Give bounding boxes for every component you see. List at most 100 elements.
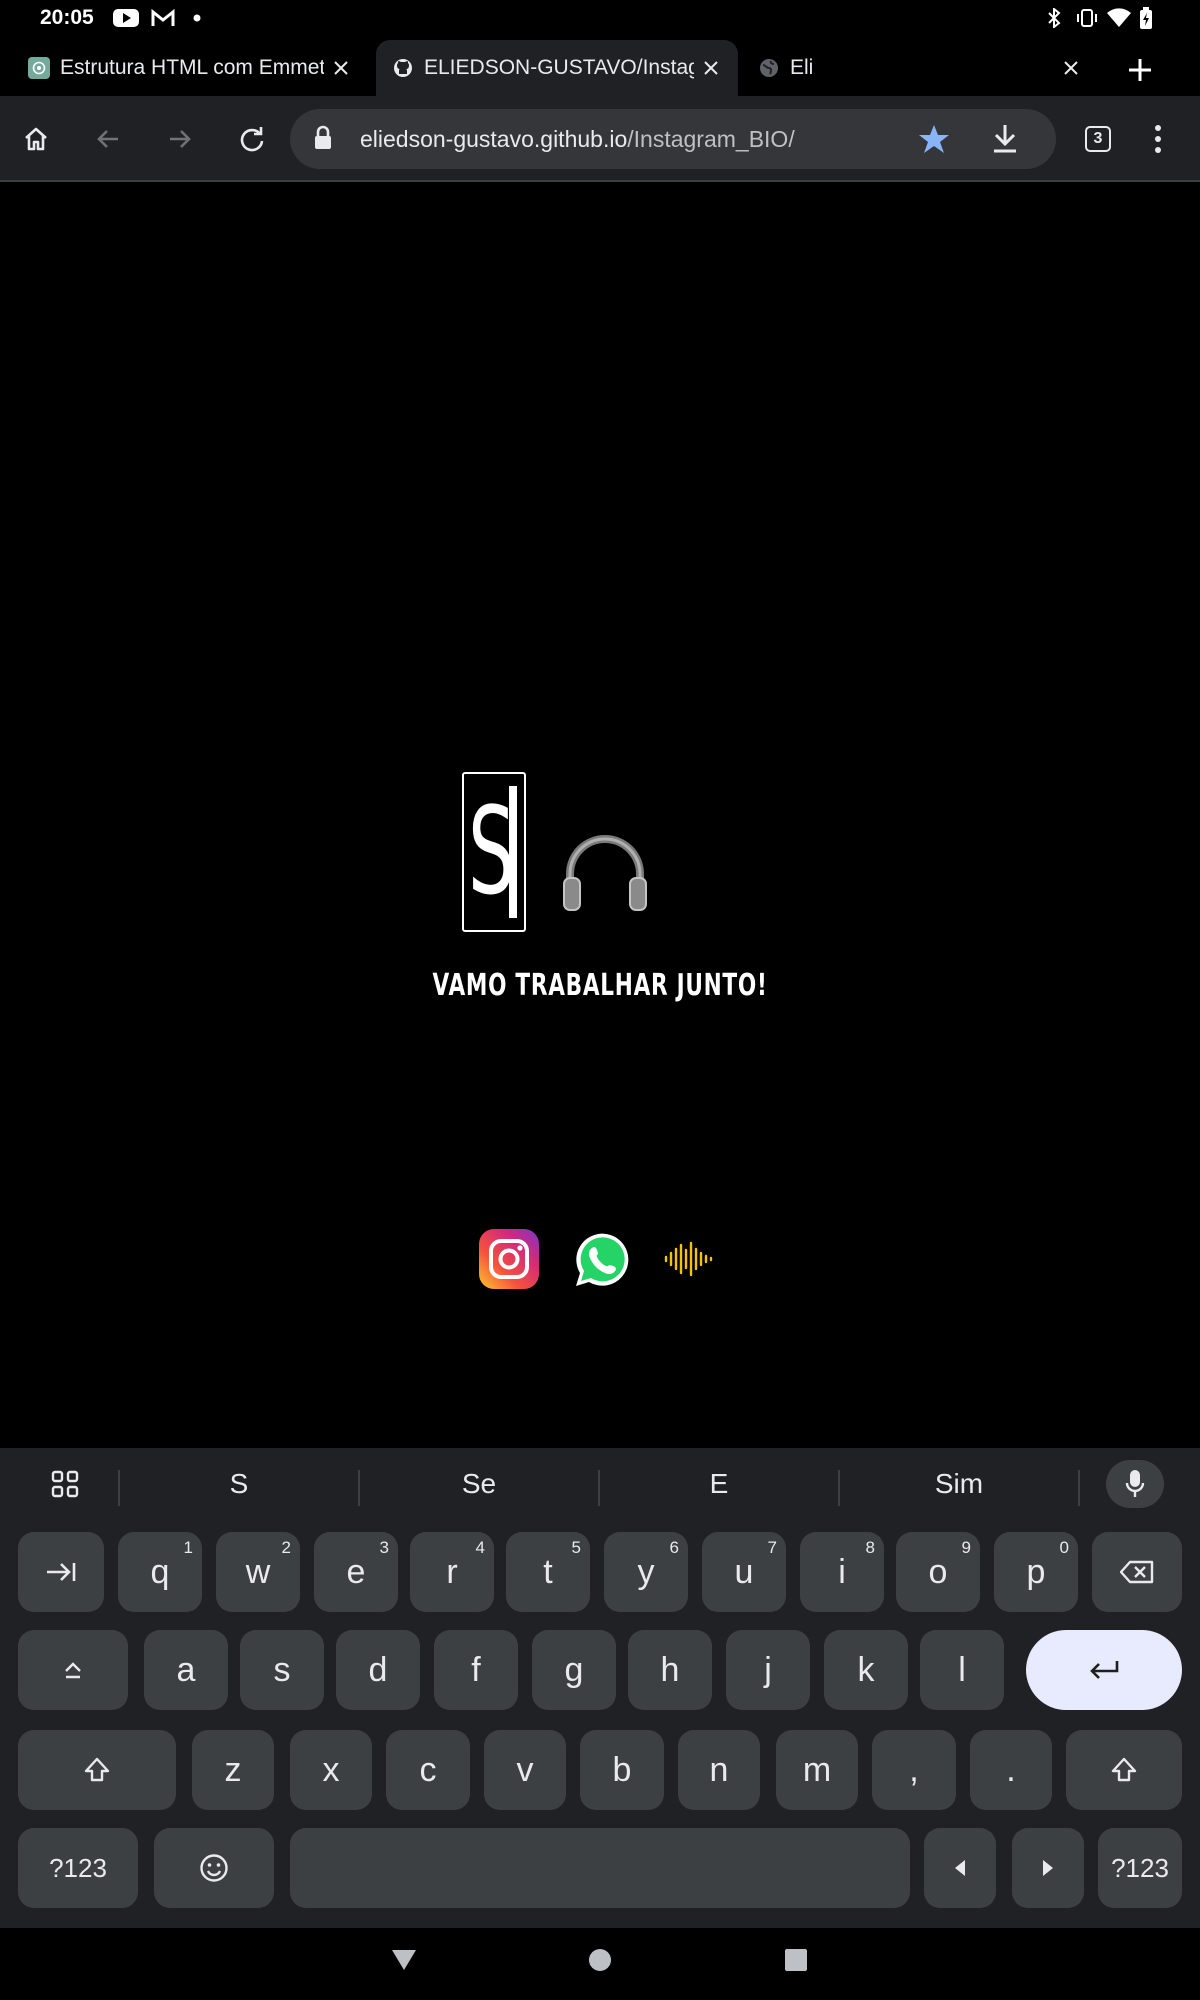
notification-dot-icon [192,8,202,28]
status-bar: 20:05 [0,0,1200,36]
key-s[interactable]: s [240,1630,324,1710]
cursor-right-key[interactable] [1012,1828,1084,1908]
logo: S [462,772,526,932]
reload-button[interactable] [226,113,278,165]
square-icon [785,1949,807,1971]
bookmark-star-icon[interactable] [918,123,950,160]
key-hint: 5 [571,1538,581,1557]
bluetooth-icon [1044,8,1064,28]
backspace-key[interactable] [1092,1532,1182,1612]
key-label: o [928,1552,948,1591]
key-y[interactable]: y6 [604,1532,688,1612]
instagram-icon[interactable] [478,1228,540,1290]
key-period[interactable]: . [970,1730,1052,1810]
tab-icon [47,1563,76,1581]
apps-grid-icon[interactable] [40,1464,90,1504]
key-o[interactable]: o9 [896,1532,980,1612]
key-r[interactable]: r4 [410,1532,494,1612]
gmail-icon [150,8,176,28]
home-button[interactable] [10,113,62,165]
key-j[interactable]: j [726,1630,810,1710]
key-label: q [150,1552,170,1591]
enter-key[interactable] [1026,1630,1182,1710]
key-v[interactable]: v [484,1730,566,1810]
lock-icon[interactable] [312,125,334,156]
reload-icon [240,127,264,152]
close-icon[interactable] [694,51,728,85]
home-icon [25,127,47,151]
arrow-right-icon [170,130,191,148]
back-button[interactable] [82,113,134,165]
symbols-key-left[interactable]: ?123 [18,1828,138,1908]
key-k[interactable]: k [824,1630,908,1710]
key-z[interactable]: z [192,1730,274,1810]
logo-letter: S [468,783,516,922]
tab-estrutura-html[interactable]: Estrutura HTML com Emmet [12,40,368,96]
key-b[interactable]: b [580,1730,664,1810]
download-icon[interactable] [990,123,1020,160]
system-nav-bar [0,1928,1200,2000]
tab-switcher-button[interactable]: 3 [1072,113,1124,165]
tab-github[interactable]: ELIEDSON-GUSTAVO/Instagram [376,40,738,96]
suggestion-4[interactable]: Sim [840,1448,1078,1520]
key-hint: 3 [379,1538,389,1557]
shift-icon [1111,1757,1137,1782]
key-d[interactable]: d [336,1630,420,1710]
mic-button[interactable] [1106,1460,1164,1508]
key-h[interactable]: h [628,1630,712,1710]
shift-icon [84,1757,110,1782]
close-icon[interactable] [1054,51,1088,85]
key-w[interactable]: w2 [216,1532,300,1612]
nav-home-button[interactable] [582,1942,618,1978]
key-i[interactable]: i8 [800,1532,884,1612]
tagline: VAMO TRABALHAR JUNTO! [432,968,768,1003]
key-hint: 6 [669,1538,679,1557]
suggestion-3[interactable]: E [600,1448,838,1520]
key-x[interactable]: x [290,1730,372,1810]
space-bar[interactable] [290,1828,910,1908]
triangle-right-icon [1043,1860,1053,1876]
symbols-key-right[interactable]: ?123 [1098,1828,1182,1908]
key-m[interactable]: m [776,1730,858,1810]
nav-back-button[interactable] [386,1942,422,1978]
plus-icon [1129,59,1151,81]
url-text: eliedson-gustavo.github.io/Instagram_BIO… [360,126,795,152]
battery-icon [1138,7,1154,29]
tab-key[interactable] [18,1532,104,1612]
key-c[interactable]: c [386,1730,470,1810]
key-comma[interactable]: , [872,1730,956,1810]
tab-title: Estrutura HTML com Emmet [60,56,324,79]
address-bar[interactable]: eliedson-gustavo.github.io/Instagram_BIO… [290,109,1056,169]
close-icon[interactable] [324,51,358,85]
key-n[interactable]: n [678,1730,760,1810]
soundwave-icon[interactable] [656,1228,718,1290]
shift-right-key[interactable] [1066,1730,1182,1810]
emoji-key[interactable] [154,1828,274,1908]
key-q[interactable]: q1 [118,1532,202,1612]
shift-left-key[interactable] [18,1730,176,1810]
caps-lock-key[interactable] [18,1630,128,1710]
key-label: t [543,1552,553,1591]
mic-icon [1125,1470,1145,1497]
key-u[interactable]: u7 [702,1532,786,1612]
forward-button[interactable] [154,113,206,165]
tab-eli[interactable]: Eli [742,40,1098,96]
key-g[interactable]: g [532,1630,616,1710]
suggestion-1[interactable]: S [120,1448,358,1520]
key-a[interactable]: a [144,1630,228,1710]
key-label: y [637,1552,655,1591]
key-t[interactable]: t5 [506,1532,590,1612]
new-tab-button[interactable] [1110,46,1170,94]
wifi-icon [1106,8,1132,28]
menu-button[interactable] [1132,113,1184,165]
whatsapp-icon[interactable] [570,1228,632,1290]
vibrate-icon [1074,8,1100,28]
key-l[interactable]: l [920,1630,1004,1710]
cursor-left-key[interactable] [924,1828,996,1908]
nav-recents-button[interactable] [778,1942,814,1978]
suggestion-2[interactable]: Se [360,1448,598,1520]
logo-bar [509,786,517,918]
key-e[interactable]: e3 [314,1532,398,1612]
key-p[interactable]: p0 [994,1532,1078,1612]
key-f[interactable]: f [434,1630,518,1710]
